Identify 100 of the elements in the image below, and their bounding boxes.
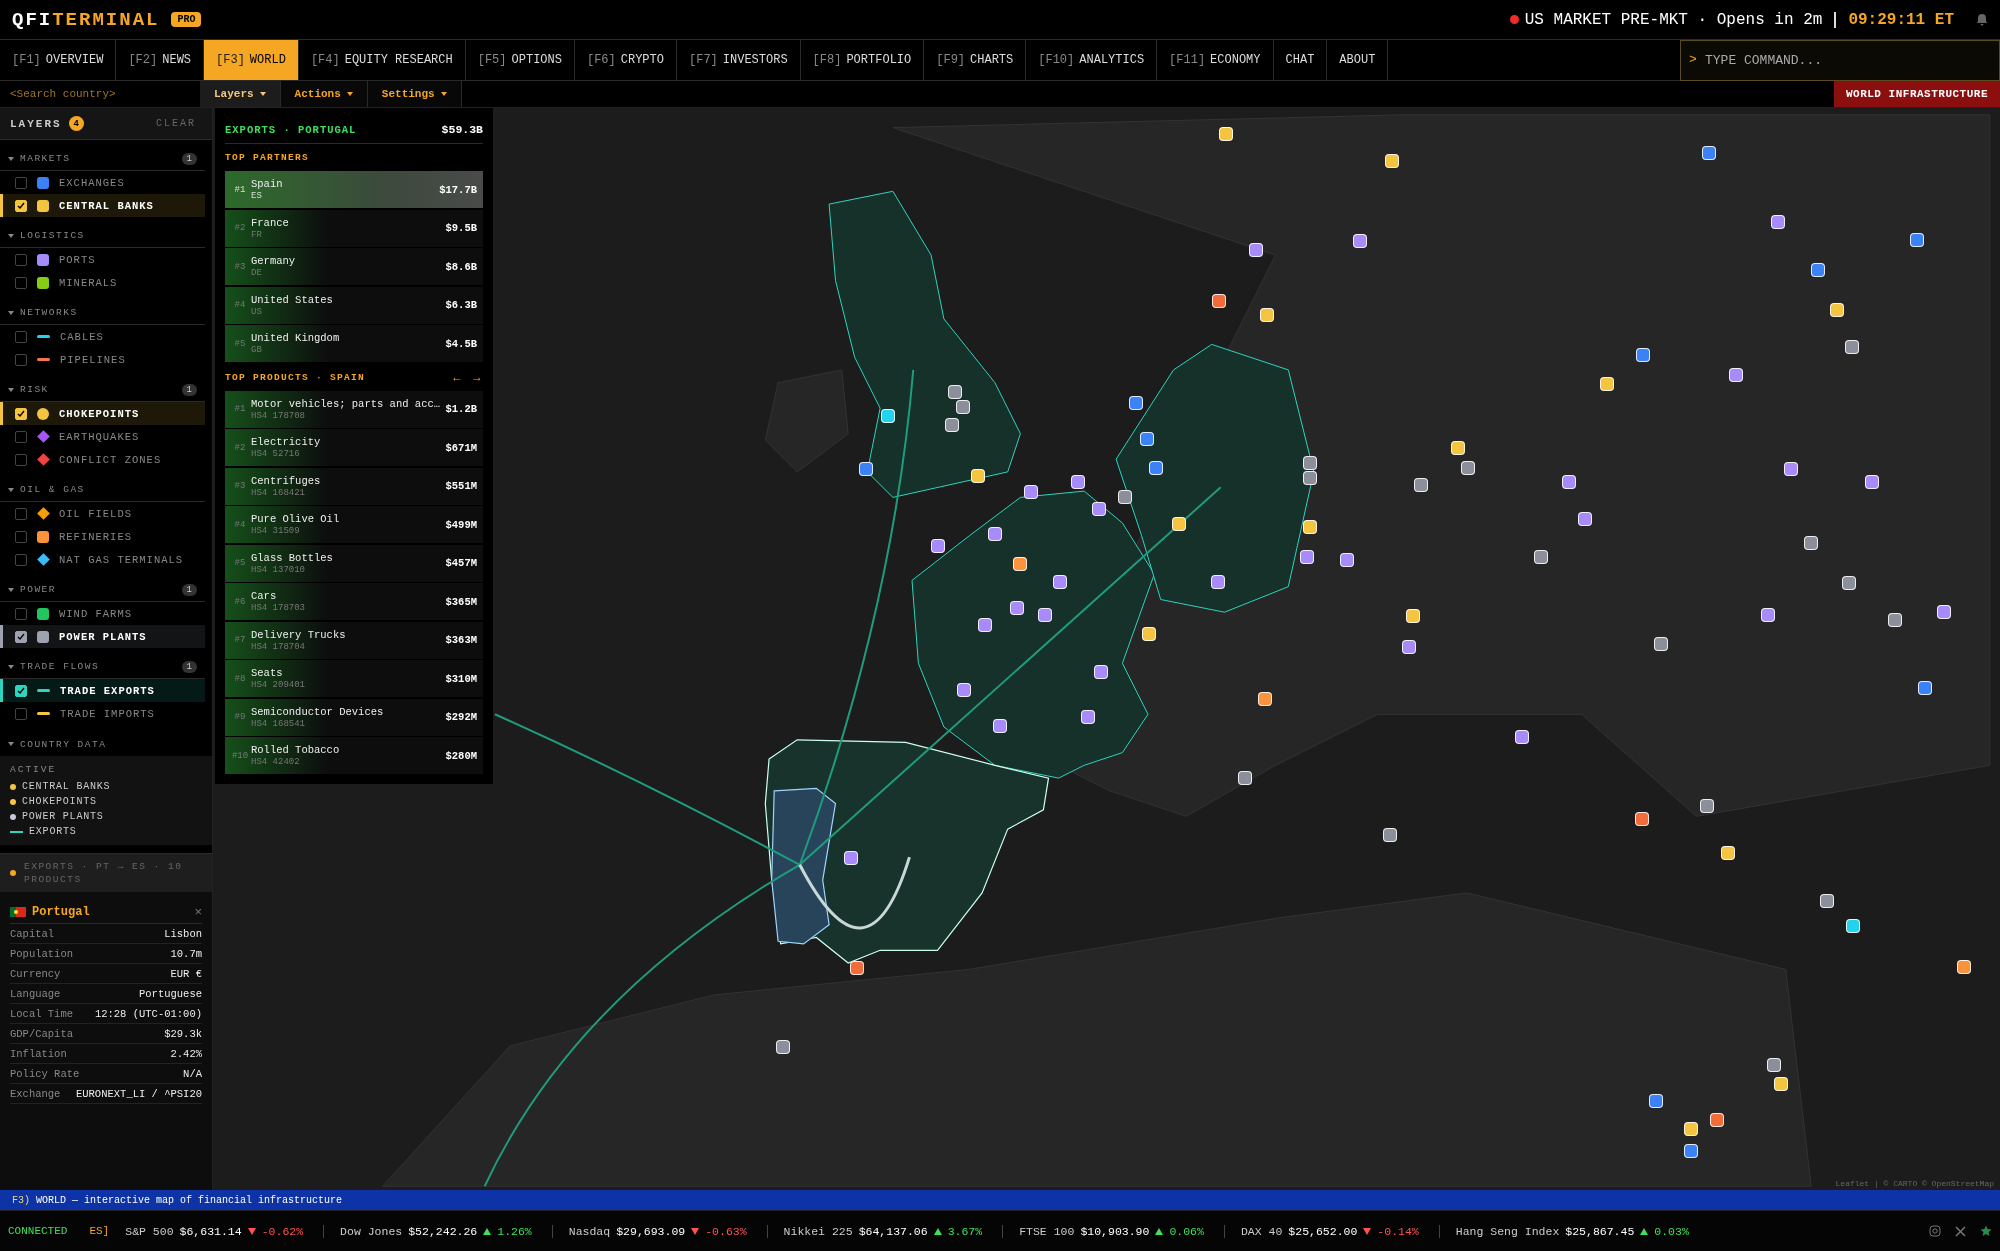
layer-row[interactable]: CONFLICT ZONES <box>0 448 205 471</box>
layer-row[interactable]: REFINERIES <box>0 525 205 548</box>
map-marker-icon[interactable] <box>1865 475 1880 490</box>
group-header[interactable]: RISK 1 <box>0 378 205 402</box>
map-marker-icon[interactable] <box>1461 461 1476 476</box>
info-value: N/A <box>183 1067 202 1080</box>
group-header[interactable]: OIL & GAS <box>0 478 205 502</box>
checkbox[interactable] <box>15 607 27 620</box>
nav-tab[interactable]: CHAT <box>1273 40 1328 80</box>
map-marker-icon[interactable] <box>957 683 972 698</box>
checkbox[interactable] <box>15 553 27 566</box>
layer-row[interactable]: CHOKEPOINTS <box>0 402 205 425</box>
layer-label: CHOKEPOINTS <box>59 407 140 420</box>
prompt-symbol: > <box>1689 52 1697 67</box>
menu-tab[interactable]: Actions <box>280 81 368 107</box>
layer-row[interactable]: CENTRAL BANKS <box>0 194 205 217</box>
map-marker-icon[interactable] <box>1118 490 1132 505</box>
x-icon[interactable] <box>1955 1225 1966 1237</box>
nav-tab[interactable]: [F1] OVERVIEW <box>0 40 117 80</box>
layer-row[interactable]: CABLES <box>0 325 205 348</box>
product-code: HS4 178708 <box>251 410 306 421</box>
map-marker-icon[interactable] <box>1578 512 1593 527</box>
layer-row[interactable]: OIL FIELDS <box>0 502 205 525</box>
count-badge: 1 <box>181 383 197 396</box>
layer-row[interactable]: EARTHQUAKES <box>0 425 205 448</box>
close-button[interactable]: × <box>194 904 202 919</box>
layer-row[interactable]: WIND FARMS <box>0 602 205 625</box>
product-code: HS4 42402 <box>251 757 301 767</box>
section-title: TOP PARTNERS <box>225 152 309 163</box>
menu-tab[interactable]: Settings <box>367 81 462 107</box>
nav-tab[interactable]: [F5] OPTIONS <box>465 40 575 80</box>
star-icon[interactable] <box>1980 1225 1992 1237</box>
live-dot-icon <box>1509 15 1519 24</box>
checkbox[interactable] <box>15 630 27 643</box>
map-marker-icon[interactable] <box>1767 1058 1782 1073</box>
up-triangle-icon <box>1640 1227 1649 1235</box>
nav-tab[interactable]: [F7] INVESTORS <box>677 40 801 80</box>
previous-button[interactable]: ← <box>451 370 463 384</box>
group-header[interactable]: MARKETS 1 <box>0 147 205 171</box>
map-marker-icon[interactable] <box>1846 919 1861 933</box>
map-marker-icon[interactable] <box>859 462 874 477</box>
map-marker-icon[interactable] <box>1406 609 1421 624</box>
connection-status: CONNECTED <box>8 1225 68 1237</box>
nav-tab[interactable]: [F11] ECONOMY <box>1157 40 1274 80</box>
nav-tab[interactable]: [F8] PORTFOLIO <box>800 40 925 80</box>
checkbox[interactable] <box>15 276 27 289</box>
layer-row[interactable]: EXCHANGES <box>0 171 205 194</box>
group-header[interactable]: COUNTRY DATA <box>0 732 205 756</box>
checkbox[interactable] <box>15 707 27 720</box>
product-name: Electricity <box>251 436 322 448</box>
map-marker-icon[interactable] <box>1721 846 1736 861</box>
nav-tab[interactable]: [F6] CRYPTO <box>574 40 677 80</box>
product-row[interactable]: #1 Motor vehicles; parts and acc… HS4 178708 $1.2B <box>225 390 483 428</box>
layer-row[interactable]: MINERALS <box>0 271 205 294</box>
nav-tab[interactable]: [F9] CHARTS <box>924 40 1027 80</box>
nav-tab[interactable]: [F3] WORLD <box>204 40 299 80</box>
layer-row[interactable]: TRADE EXPORTS <box>0 679 205 702</box>
checkbox[interactable] <box>15 684 27 697</box>
bell-icon[interactable] <box>1976 13 1988 26</box>
map-marker-icon[interactable] <box>1383 828 1398 843</box>
group-header[interactable]: LOGISTICS <box>0 224 205 248</box>
nav-tab[interactable]: [F4] EQUITY RESEARCH <box>298 40 466 80</box>
checkbox[interactable] <box>15 530 27 543</box>
product-code: HS4 168541 <box>251 718 306 729</box>
market-status: US MARKET PRE-MKT · Opens in 2m <box>1524 10 1823 29</box>
checkbox[interactable] <box>15 253 27 266</box>
map-marker-icon[interactable] <box>850 961 865 976</box>
index-change: 1.26% <box>497 1224 532 1238</box>
layer-label: WIND FARMS <box>59 607 132 620</box>
checkbox[interactable] <box>15 353 27 366</box>
checkbox[interactable] <box>15 507 27 520</box>
info-label: Capital <box>10 927 55 940</box>
map-marker-icon[interactable] <box>776 1040 791 1055</box>
map-marker-icon[interactable] <box>1804 536 1819 551</box>
map-marker-icon[interactable] <box>1300 550 1315 565</box>
nav-tab[interactable]: ABOUT <box>1327 40 1389 80</box>
map-marker-icon[interactable] <box>1249 243 1264 257</box>
menu-tab[interactable]: Layers <box>200 81 281 107</box>
layer-row[interactable]: NAT GAS TERMINALS <box>0 548 205 571</box>
map-marker-icon[interactable] <box>1129 396 1144 411</box>
layer-row[interactable]: PIPELINES <box>0 348 205 371</box>
info-value: 12:28 (UTC-01:00) <box>94 1007 202 1020</box>
map-marker-icon[interactable] <box>1212 294 1227 308</box>
checkbox[interactable] <box>15 430 27 443</box>
ticker-fragment: ES] <box>89 1225 110 1237</box>
map-marker-icon[interactable] <box>1702 146 1717 161</box>
layer-row[interactable]: TRADE IMPORTS <box>0 702 205 725</box>
checkbox[interactable] <box>15 176 27 189</box>
checkbox[interactable] <box>15 453 27 466</box>
layer-row[interactable]: PORTS <box>0 248 205 271</box>
nav-tab[interactable]: [F10] ANALYTICS <box>1026 40 1158 80</box>
next-button[interactable]: → <box>471 370 483 384</box>
layer-row[interactable]: POWER PLANTS <box>0 625 205 648</box>
group-header[interactable]: NETWORKS <box>0 301 205 325</box>
group-header[interactable]: TRADE FLOWS 1 <box>0 655 205 679</box>
checkbox[interactable] <box>15 330 27 343</box>
caret-icon <box>8 664 14 669</box>
export-value: $292M <box>445 711 477 723</box>
camera-icon[interactable] <box>1929 1225 1941 1237</box>
group-header[interactable]: POWER 1 <box>0 578 205 602</box>
